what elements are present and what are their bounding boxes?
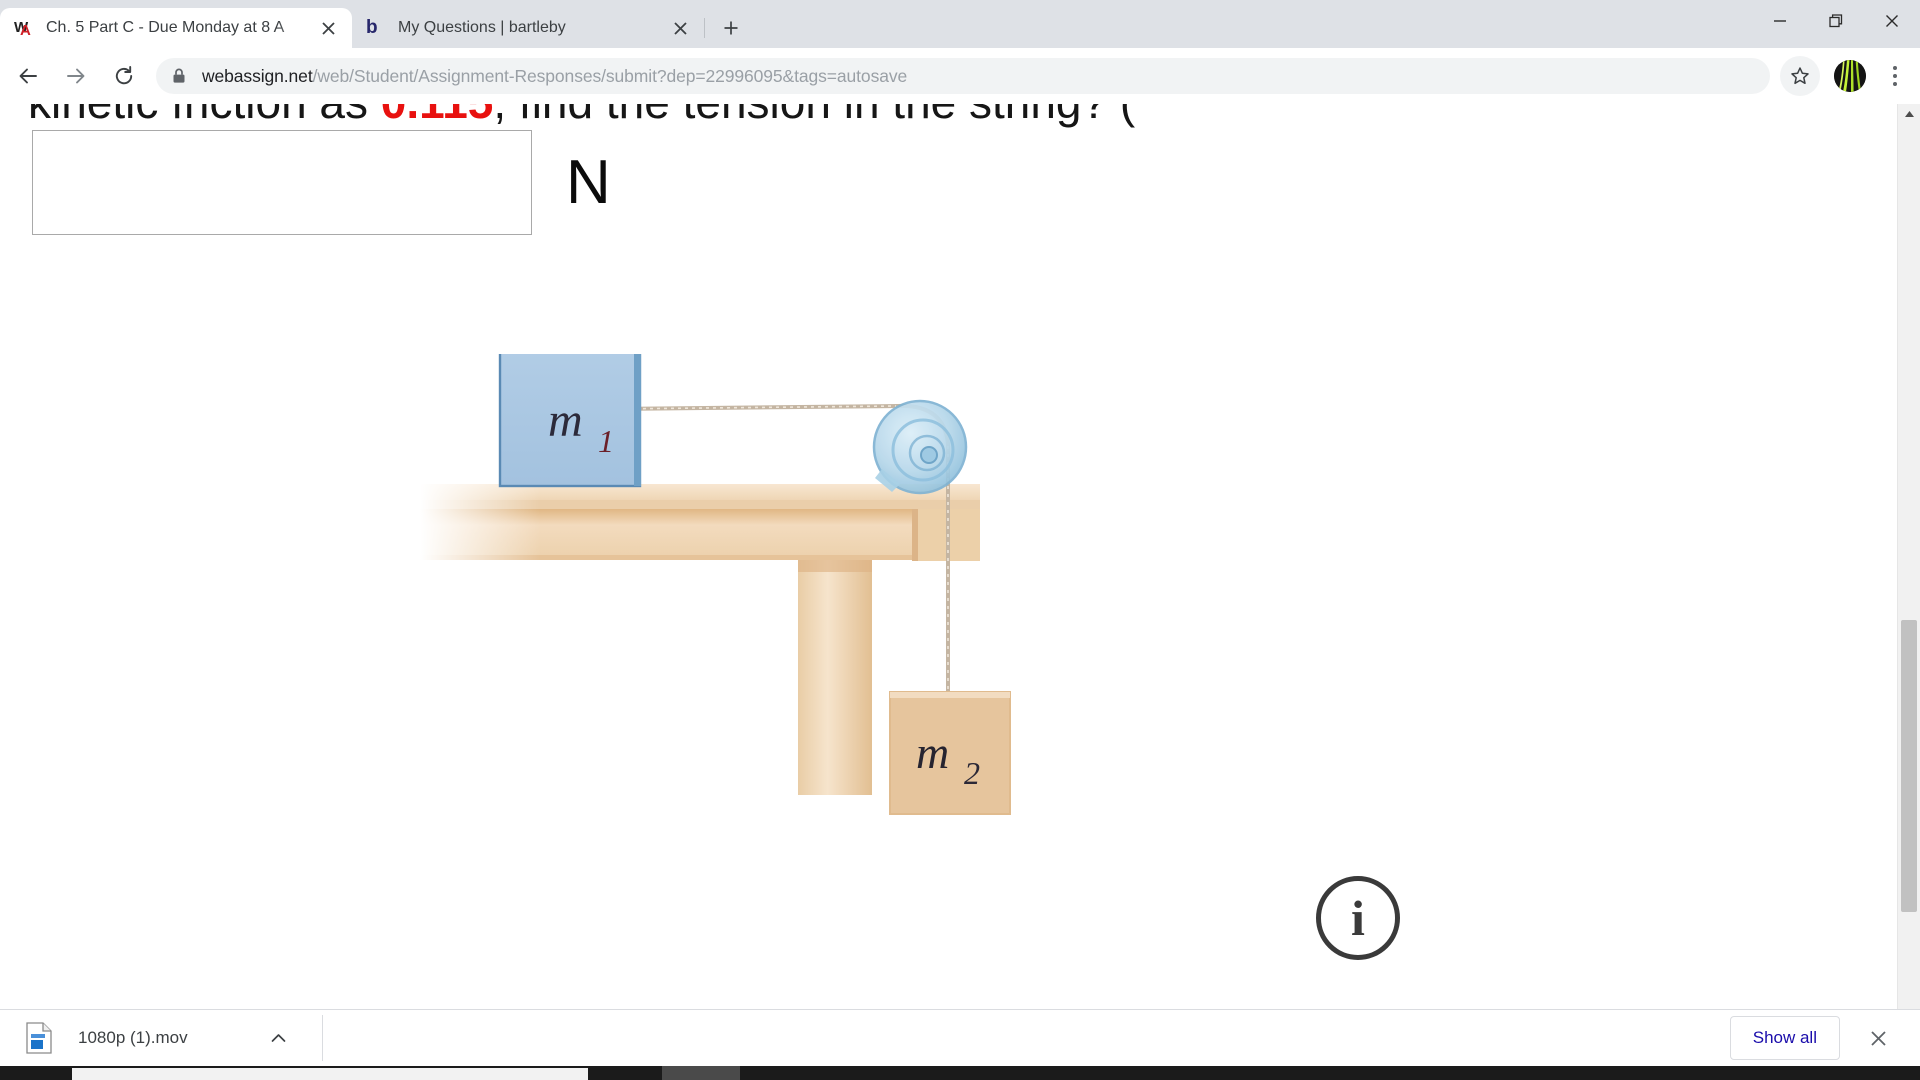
tab-bartleby[interactable]: b My Questions | bartleby — [352, 8, 704, 48]
scroll-up-arrow-icon[interactable] — [1898, 104, 1920, 124]
lock-icon — [170, 67, 188, 85]
answer-input[interactable] — [32, 130, 532, 235]
diagram-svg: m 1 m 2 — [420, 354, 1011, 815]
download-file-name: 1080p (1).mov — [78, 1028, 188, 1047]
pulley — [872, 399, 968, 495]
block-m1-label: m — [548, 394, 583, 447]
info-icon[interactable]: i — [1316, 876, 1400, 960]
tab-separator — [704, 18, 705, 38]
tab-strip: WA Ch. 5 Part C - Due Monday at 8 A b My… — [0, 0, 1920, 48]
url-path: /web/Student/Assignment-Responses/submit… — [312, 65, 908, 86]
download-item[interactable]: 1080p (1).mov — [26, 1016, 298, 1060]
info-icon-glyph: i — [1351, 890, 1365, 946]
url-host: webassign.net — [202, 65, 313, 86]
avatar[interactable] — [1834, 60, 1866, 92]
question-friction-value: 0.115 — [381, 104, 494, 128]
page-scrollbar[interactable] — [1897, 104, 1920, 1024]
block-m2: m 2 — [889, 691, 1011, 815]
browser-toolbar: webassign.net/web/Student/Assignment-Res… — [0, 48, 1920, 105]
forward-arrow-icon[interactable] — [56, 56, 96, 96]
address-bar[interactable]: webassign.net/web/Student/Assignment-Res… — [156, 58, 1770, 94]
reload-icon[interactable] — [104, 56, 144, 96]
question-text-clipped: kinetic friction as 0.115, find the tens… — [28, 104, 1888, 128]
movie-file-icon — [26, 1022, 52, 1054]
show-all-label: Show all — [1752, 1028, 1817, 1047]
toolbar-right-actions — [1780, 56, 1910, 96]
block-m2-subscript: 2 — [964, 755, 980, 791]
bartleby-icon-letter: b — [366, 17, 378, 38]
download-bar-actions: Show all — [1729, 1016, 1898, 1060]
block-m1: m 1 — [498, 354, 642, 488]
taskbar-segment-light — [72, 1068, 588, 1080]
webassign-icon-letter-a: A — [20, 22, 31, 39]
question-line: kinetic friction as 0.115, find the tens… — [28, 104, 1135, 128]
download-bar-close-icon[interactable] — [1858, 1018, 1898, 1058]
window-controls — [1752, 0, 1920, 42]
three-dot-menu-icon[interactable] — [1880, 56, 1910, 96]
block-m1-subscript: 1 — [598, 423, 614, 459]
show-all-button[interactable]: Show all — [1729, 1016, 1840, 1060]
tab-webassign[interactable]: WA Ch. 5 Part C - Due Monday at 8 A — [0, 8, 352, 48]
scrollbar-thumb[interactable] — [1901, 620, 1917, 912]
restore-button[interactable] — [1808, 0, 1864, 42]
question-suffix: , find the tension in the string? ( — [493, 104, 1135, 128]
tab-close-icon[interactable] — [666, 14, 694, 42]
answer-unit-label: N — [566, 147, 611, 217]
tab-close-icon[interactable] — [314, 14, 342, 42]
bartleby-icon: b — [366, 18, 386, 38]
taskbar-segment-gray — [662, 1066, 740, 1080]
table-leg — [798, 560, 872, 795]
tab-title-webassign: Ch. 5 Part C - Due Monday at 8 A — [46, 19, 285, 36]
question-prefix: kinetic friction as — [28, 104, 381, 128]
star-icon[interactable] — [1780, 56, 1820, 96]
back-arrow-icon[interactable] — [8, 56, 48, 96]
answer-row: N — [32, 130, 611, 235]
tab-title-bartleby: My Questions | bartleby — [398, 19, 566, 36]
download-divider — [321, 1015, 323, 1061]
url-text: webassign.net/web/Student/Assignment-Res… — [202, 66, 907, 87]
taskbar-strip — [0, 1066, 1920, 1080]
assignment-page: kinetic friction as 0.115, find the tens… — [0, 104, 1898, 1024]
browser-window: WA Ch. 5 Part C - Due Monday at 8 A b My… — [0, 0, 1920, 1080]
webassign-icon: WA — [14, 19, 31, 39]
page-viewport: kinetic friction as 0.115, find the tens… — [0, 104, 1920, 1024]
pulley-table-diagram: m 1 m 2 — [420, 354, 1200, 974]
close-button[interactable] — [1864, 0, 1920, 42]
chevron-up-icon[interactable] — [260, 1019, 298, 1057]
minimize-button[interactable] — [1752, 0, 1808, 42]
block-m2-label: m — [916, 727, 949, 778]
new-tab-button[interactable] — [713, 10, 749, 46]
download-bar: 1080p (1).mov Show all — [0, 1009, 1920, 1066]
